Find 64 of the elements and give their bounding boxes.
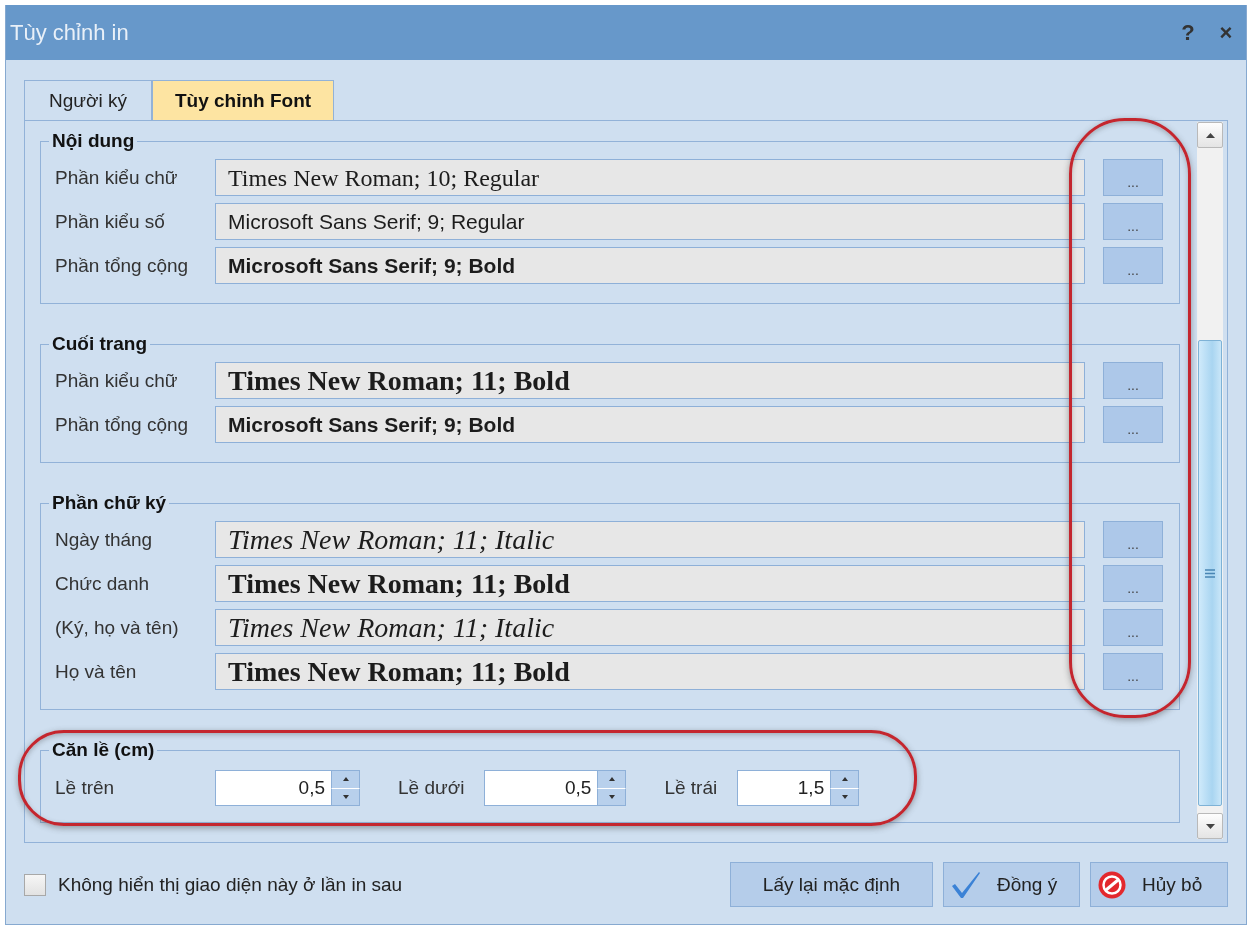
spin-up-button[interactable] — [331, 770, 360, 789]
caret-down-icon — [608, 794, 615, 799]
caret-up-icon — [1205, 132, 1215, 138]
caret-up-icon — [608, 777, 615, 782]
number-field[interactable]: 0,5 — [215, 770, 331, 806]
dialog-button[interactable]: Lấy lại mặc định — [730, 862, 933, 907]
spin-up-button[interactable] — [830, 770, 860, 789]
scroll-thumb[interactable] — [1198, 340, 1222, 806]
font-field[interactable]: Times New Roman; 11; Bold — [215, 565, 1085, 602]
help-button[interactable]: ? — [1172, 16, 1204, 49]
field-label: Phần tổng cộng — [55, 254, 190, 277]
number-field[interactable]: 1,5 — [737, 770, 831, 806]
browse-button[interactable]: ... — [1103, 565, 1163, 602]
browse-button[interactable]: ... — [1103, 159, 1163, 196]
scroll-down-button[interactable] — [1197, 813, 1223, 839]
browse-button[interactable]: ... — [1103, 362, 1163, 399]
font-field[interactable]: Times New Roman; 10; Regular — [215, 159, 1085, 196]
prohibited-icon — [1098, 870, 1126, 899]
field-label: Lề dưới — [398, 777, 465, 799]
group-title: Cuối trang — [51, 334, 148, 354]
font-field[interactable]: Times New Roman; 11; Bold — [215, 362, 1085, 399]
font-field[interactable]: Times New Roman; 11; Italic — [215, 609, 1085, 646]
browse-button[interactable]: ... — [1103, 203, 1163, 240]
group-title: Căn lề (cm) — [51, 740, 156, 760]
group-title: Phần chữ ký — [51, 493, 168, 513]
field-label: Ngày tháng — [55, 528, 154, 551]
dialog-button[interactable]: Hủy bỏ — [1090, 862, 1228, 907]
number-field[interactable]: 0,5 — [484, 770, 598, 806]
font-field[interactable]: Microsoft Sans Serif; 9; Regular — [215, 203, 1085, 240]
caret-up-icon — [841, 777, 848, 782]
caret-down-icon — [342, 794, 349, 799]
browse-button[interactable]: ... — [1103, 406, 1163, 443]
checkbox-label: Không hiển thị giao diện này ở lần in sau — [58, 873, 403, 896]
grip-icon — [1205, 568, 1215, 578]
font-field[interactable]: Times New Roman; 11; Italic — [215, 521, 1085, 558]
checkmark-icon — [951, 870, 981, 899]
browse-button[interactable]: ... — [1103, 609, 1163, 646]
font-field[interactable]: Microsoft Sans Serif; 9; Bold — [215, 247, 1085, 284]
field-label: Phần tổng cộng — [55, 413, 190, 436]
browse-button[interactable]: ... — [1103, 521, 1163, 558]
caret-down-icon — [841, 794, 848, 799]
scroll-up-button[interactable] — [1197, 122, 1223, 148]
field-label: Lề trái — [664, 777, 718, 799]
browse-button[interactable]: ... — [1103, 247, 1163, 284]
font-field[interactable]: Times New Roman; 11; Bold — [215, 653, 1085, 690]
checkbox[interactable] — [24, 873, 46, 896]
field-label: Phần kiểu chữ — [55, 166, 179, 189]
caret-down-icon — [1205, 823, 1215, 829]
font-field[interactable]: Microsoft Sans Serif; 9; Bold — [215, 406, 1085, 443]
field-label: Lề trên — [55, 777, 116, 799]
dialog-button[interactable]: Đồng ý — [943, 862, 1080, 907]
spin-up-button[interactable] — [597, 770, 627, 789]
field-label: Phần kiểu số — [55, 210, 166, 233]
tab[interactable]: Người ký — [24, 80, 152, 120]
group-title: Nội dung — [51, 131, 136, 151]
browse-button[interactable]: ... — [1103, 653, 1163, 690]
field-label: Chức danh — [55, 572, 151, 595]
caret-up-icon — [342, 777, 349, 782]
field-label: Họ và tên — [55, 660, 138, 683]
window-title: Tùy chỉnh in — [10, 19, 130, 46]
field-label: (Ký, họ và tên) — [55, 616, 180, 639]
close-button[interactable]: × — [1210, 16, 1242, 49]
tab[interactable]: Tùy chỉnh Font — [151, 80, 335, 120]
field-label: Phần kiểu chữ — [55, 369, 179, 392]
